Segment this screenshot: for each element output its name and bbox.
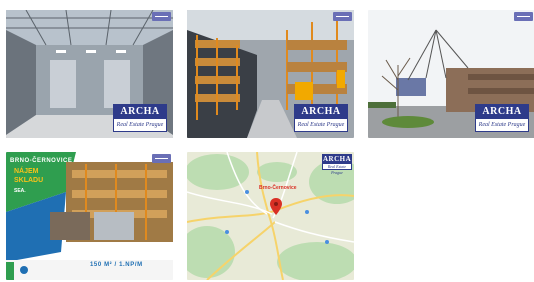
flyer-sub: SEA. (14, 188, 26, 194)
gallery-thumb-exterior[interactable]: ARCHA Real Estate Prague (368, 10, 534, 138)
gallery-thumb-warehouse-racks[interactable]: ARCHA Real Estate Prague (187, 10, 354, 138)
archa-logo: ARCHA Real Estate Prague (322, 154, 352, 175)
archa-logo: ARCHA Real Estate Prague (294, 104, 348, 132)
flyer-area: 150 M² / 1.NP/M (90, 262, 143, 268)
gallery-thumb-flyer[interactable]: BRNO-ČERNOVICE NÁJEM SKLADU SEA. 150 M² … (6, 152, 173, 280)
flyer-location: BRNO-ČERNOVICE (10, 158, 73, 164)
photo-badge-icon (514, 12, 533, 21)
gallery-thumb-hall-interior[interactable]: ARCHA Real Estate Prague (6, 10, 173, 138)
archa-logo: ARCHA Real Estate Prague (113, 104, 167, 132)
gallery-thumb-map[interactable]: Brno-Černovice ARCHA Real Estate Prague (187, 152, 354, 280)
flyer-headline-2: SKLADU (14, 177, 44, 184)
photo-badge-icon (152, 154, 171, 163)
map-pin-label: Brno-Černovice (259, 185, 297, 191)
photo-badge-icon (333, 12, 352, 21)
archa-logo: ARCHA Real Estate Prague (475, 104, 529, 132)
flyer-headline-1: NÁJEM (14, 168, 39, 175)
photo-badge-icon (152, 12, 171, 21)
